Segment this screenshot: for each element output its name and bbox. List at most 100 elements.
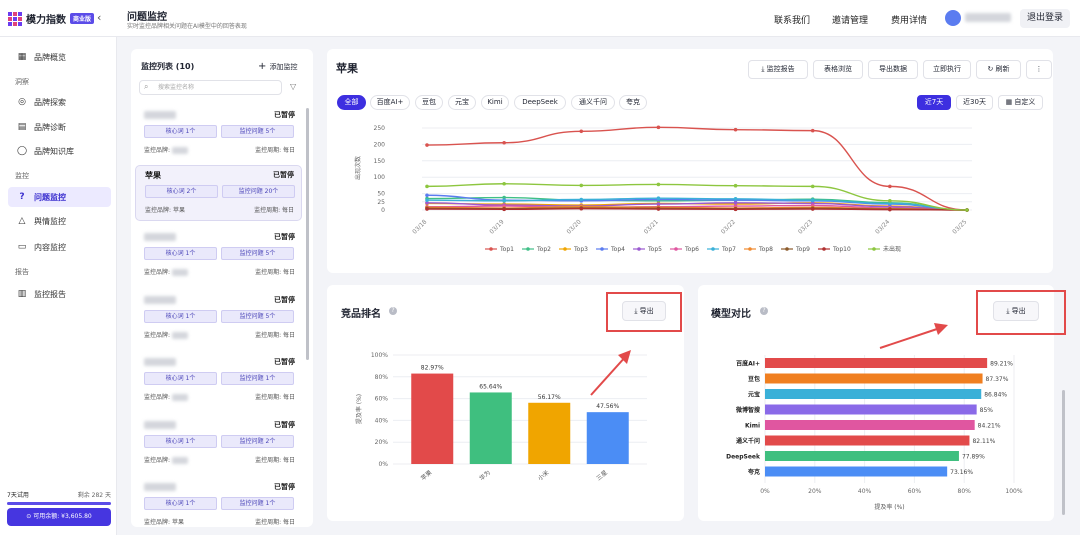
- card-cycle: 监控周期: 每日: [255, 519, 295, 526]
- help-icon[interactable]: ?: [760, 307, 768, 315]
- y-tick-label: 夸克: [747, 468, 760, 476]
- y-tick-label: 0%: [378, 461, 388, 468]
- run-now-button[interactable]: 立即执行: [923, 60, 971, 79]
- y-tick-label: 20%: [375, 439, 389, 446]
- monitor-card[interactable]: 已暂停 核心词 1个 监控问题 1个 监控品牌: 苹果 监控周期: 每日: [135, 478, 302, 534]
- core-word-pill[interactable]: 核心词 1个: [144, 125, 217, 138]
- monitor-card[interactable]: 已暂停 核心词 1个 监控问题 5个 监控品牌: 监控周期: 每日: [135, 106, 302, 162]
- legend-marker: [489, 247, 493, 251]
- bar: [765, 389, 982, 399]
- status-badge: 已暂停: [274, 296, 295, 304]
- sidebar-item-question-monitor[interactable]: ? 问题监控: [8, 187, 111, 207]
- question-count-pill[interactable]: 监控问题 5个: [221, 125, 294, 138]
- clipboard-icon: ▥: [17, 289, 27, 299]
- legend-marker: [822, 247, 826, 251]
- core-word-pill[interactable]: 核心词 1个: [144, 372, 217, 385]
- trial-info: 7天试用 剩余 282 天: [7, 492, 111, 499]
- billing-details-link[interactable]: 费用详情: [891, 13, 927, 26]
- tab-kimi[interactable]: Kimi: [481, 95, 509, 110]
- balance-button[interactable]: ⊙ 可用余额: ¥3,605.80: [7, 508, 111, 526]
- tab-doubao[interactable]: 豆包: [415, 95, 443, 110]
- y-tick-label: 百度AI+: [736, 360, 760, 368]
- legend-label: Top10: [832, 246, 851, 253]
- detail-title: 苹果: [336, 62, 358, 75]
- legend-label: Top2: [536, 246, 551, 253]
- monitor-card[interactable]: 已暂停 核心词 1个 监控问题 5个 监控品牌: 监控周期: 每日: [135, 228, 302, 284]
- refresh-button[interactable]: ↻ 刷新: [976, 60, 1021, 79]
- tab-all[interactable]: 全部: [337, 95, 366, 110]
- data-point: [733, 200, 738, 205]
- logout-button[interactable]: 退出登录: [1020, 9, 1070, 28]
- range-30days[interactable]: 近30天: [956, 95, 993, 110]
- data-point: [502, 140, 506, 145]
- tab-yuanbao[interactable]: 元宝: [448, 95, 476, 110]
- question-count-pill[interactable]: 监控问题 5个: [221, 247, 294, 260]
- monitor-card[interactable]: 已暂停 核心词 1个 监控问题 2个 监控品牌: 监控周期: 每日: [135, 416, 302, 472]
- legend-label: Top3: [573, 246, 588, 253]
- contact-us-link[interactable]: 联系我们: [774, 13, 810, 26]
- help-icon[interactable]: ?: [389, 307, 397, 315]
- y-tick-label: 元宝: [748, 391, 760, 399]
- filter-icon[interactable]: ▽: [290, 82, 296, 91]
- monitor-report-button[interactable]: ⤓ 监控报告: [748, 60, 808, 79]
- question-count-pill[interactable]: 监控问题 1个: [221, 497, 294, 510]
- y-tick-label: 150: [374, 158, 386, 165]
- status-badge: 已暂停: [273, 171, 294, 179]
- question-count-pill[interactable]: 监控问题 1个: [221, 372, 294, 385]
- bar: [765, 358, 988, 368]
- y-tick-label: 50: [377, 191, 385, 198]
- question-count-pill[interactable]: 监控问题 20个: [222, 185, 295, 198]
- data-point: [656, 125, 661, 130]
- question-count-pill[interactable]: 监控问题 2个: [221, 435, 294, 448]
- monitor-card[interactable]: 已暂停 核心词 1个 监控问题 1个 监控品牌: 监控周期: 每日: [135, 353, 302, 409]
- monitor-search-input[interactable]: 搜索监控名称: [139, 80, 282, 95]
- monitor-list-title: 监控列表 (10): [141, 62, 195, 71]
- sidebar-item-knowledge-base[interactable]: ◯ 品牌知识库: [8, 141, 111, 161]
- invite-management-link[interactable]: 邀请管理: [832, 13, 868, 26]
- more-icon[interactable]: ⋮: [1026, 60, 1052, 79]
- legend-label: Top8: [758, 246, 773, 253]
- core-word-pill[interactable]: 核心词 1个: [144, 497, 217, 510]
- tab-kuake[interactable]: 夸克: [619, 95, 647, 110]
- y-tick-label: 60%: [375, 396, 389, 403]
- data-point: [733, 197, 738, 201]
- avatar[interactable]: [945, 10, 961, 26]
- card-name-blurred: [144, 483, 176, 491]
- model-export-button[interactable]: ⤓ 导出: [993, 301, 1039, 321]
- y-tick-label: 40%: [375, 417, 389, 424]
- sidebar-item-content-monitor[interactable]: ▭ 内容监控: [8, 237, 111, 257]
- list-scrollbar[interactable]: [306, 108, 309, 360]
- monitor-card[interactable]: 苹果 已暂停 核心词 2个 监控问题 20个 监控品牌: 苹果 监控周期: 每日: [135, 165, 302, 221]
- card-name-blurred: [144, 358, 176, 366]
- export-data-button[interactable]: 导出数据: [868, 60, 918, 79]
- app-logo[interactable]: 模力指数 商业版: [8, 11, 95, 26]
- data-label: 85%: [980, 407, 994, 414]
- range-custom[interactable]: ▦ 自定义: [998, 95, 1043, 110]
- sidebar-item-brand-explore[interactable]: ◎ 品牌探索: [8, 92, 111, 112]
- sidebar-item-sentiment-monitor[interactable]: △ 舆情监控: [8, 211, 111, 231]
- data-label: 86.84%: [984, 392, 1007, 399]
- monitor-card[interactable]: 已暂停 核心词 1个 监控问题 5个 监控品牌: 监控周期: 每日: [135, 291, 302, 347]
- tab-deepseek[interactable]: DeepSeek: [514, 95, 566, 110]
- data-point: [965, 208, 969, 212]
- sidebar-item-brand-diagnosis[interactable]: ▤ 品牌诊断: [8, 117, 111, 137]
- table-view-button[interactable]: 表格浏览: [813, 60, 863, 79]
- legend-marker: [872, 247, 876, 251]
- core-word-pill[interactable]: 核心词 1个: [144, 435, 217, 448]
- x-tick-label: 小米: [536, 468, 550, 482]
- range-7days[interactable]: 近7天: [917, 95, 951, 110]
- core-word-pill[interactable]: 核心词 2个: [145, 185, 218, 198]
- sidebar-item-brand-overview[interactable]: ▦ 品牌概览: [8, 47, 111, 67]
- core-word-pill[interactable]: 核心词 1个: [144, 310, 217, 323]
- core-word-pill[interactable]: 核心词 1个: [144, 247, 217, 260]
- add-monitor-button[interactable]: + 添加监控: [258, 61, 298, 72]
- page-scrollbar[interactable]: [1062, 390, 1065, 515]
- chevron-left-icon[interactable]: ‹: [97, 11, 101, 24]
- tab-tongyi[interactable]: 通义千问: [571, 95, 615, 110]
- question-count-pill[interactable]: 监控问题 5个: [221, 310, 294, 323]
- data-label: 77.89%: [962, 454, 985, 461]
- competitor-export-button[interactable]: ⤓ 导出: [622, 301, 666, 321]
- sidebar-item-monitor-report[interactable]: ▥ 监控报告: [8, 284, 111, 304]
- tab-baidu[interactable]: 百度AI+: [370, 95, 410, 110]
- data-label: 87.37%: [986, 376, 1009, 383]
